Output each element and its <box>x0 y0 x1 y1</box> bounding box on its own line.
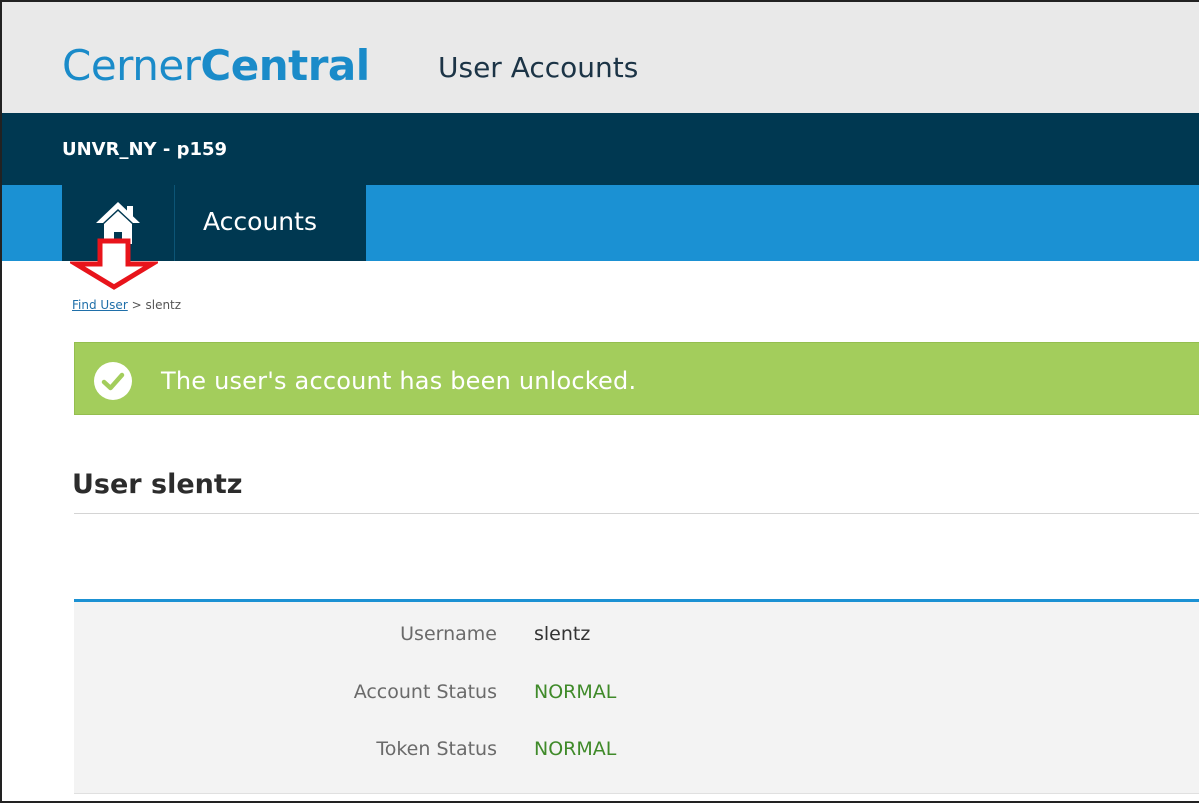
username-label: Username <box>400 623 497 645</box>
page-title: User slentz <box>72 469 243 500</box>
cerner-central-logo[interactable]: CernerCentral <box>62 40 370 92</box>
nav-tab-accounts[interactable]: Accounts <box>174 185 366 261</box>
breadcrumb-current: slentz <box>145 298 182 312</box>
app-header: CernerCentral User Accounts <box>2 2 1199 113</box>
user-details-panel: Username slentz Account Status NORMAL To… <box>74 599 1199 794</box>
breadcrumb-find-user-link[interactable]: Find User <box>72 298 128 312</box>
alert-message: The user's account has been unlocked. <box>161 367 637 395</box>
detail-row-username: Username slentz <box>74 622 1199 652</box>
username-value: slentz <box>534 623 591 645</box>
token-status-value: NORMAL <box>534 738 617 760</box>
main-nav: Accounts <box>2 185 1199 261</box>
detail-row-account-status: Account Status NORMAL <box>74 680 1199 710</box>
page-frame: CernerCentral User Accounts UNVR_NY - p1… <box>0 0 1199 803</box>
title-divider <box>74 513 1199 514</box>
breadcrumb-separator: > <box>131 298 142 312</box>
detail-row-token-status: Token Status NORMAL <box>74 737 1199 767</box>
app-title: User Accounts <box>438 51 639 84</box>
token-status-label: Token Status <box>376 738 497 760</box>
org-bar: UNVR_NY - p159 <box>2 113 1199 185</box>
logo-text-cerner: Cerner <box>62 41 201 90</box>
account-status-value: NORMAL <box>534 681 617 703</box>
org-name: UNVR_NY - p159 <box>62 139 228 160</box>
nav-tab-accounts-label: Accounts <box>203 207 317 236</box>
check-circle-icon <box>94 362 132 400</box>
logo-text-central: Central <box>200 41 370 90</box>
success-alert: The user's account has been unlocked. <box>74 342 1199 415</box>
account-status-label: Account Status <box>353 681 497 703</box>
red-arrow-annotation-icon <box>70 238 158 290</box>
breadcrumb: Find User > slentz <box>72 298 181 312</box>
